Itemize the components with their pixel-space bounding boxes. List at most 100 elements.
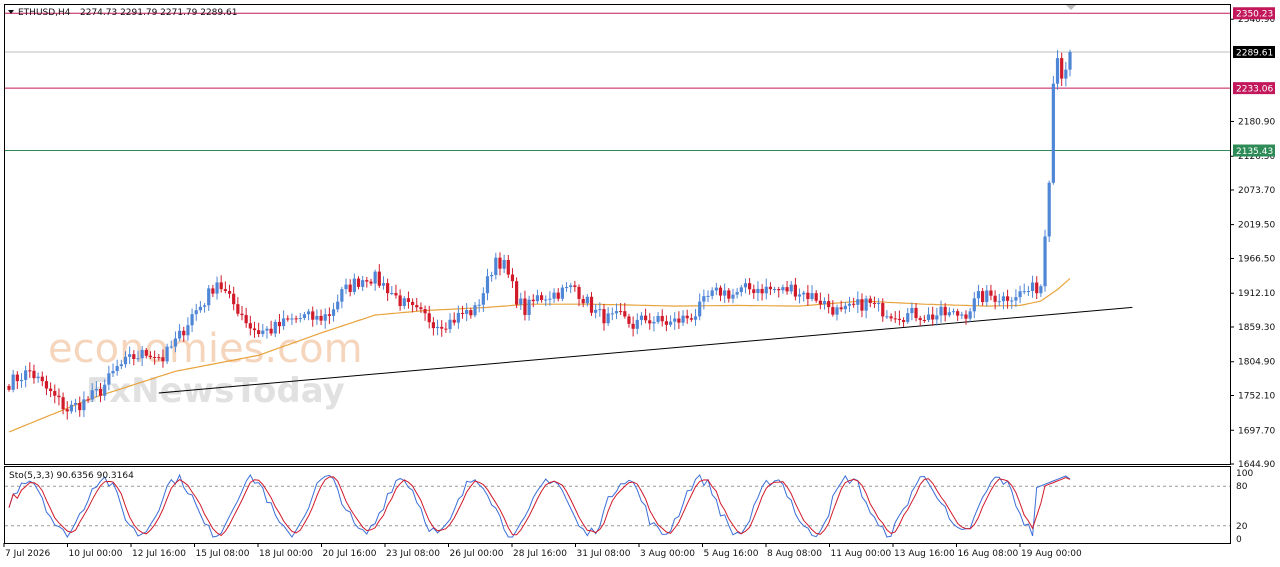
chart-header: ETHUSD,H4 2274.73 2291.79 2271.79 2289.6… — [8, 8, 237, 18]
candle-body — [294, 318, 298, 320]
candle-body — [856, 299, 860, 305]
candle-body — [202, 305, 207, 307]
candle-body — [951, 311, 956, 313]
candle-body — [311, 311, 315, 320]
price-level-label: 2350.23 — [1236, 10, 1273, 20]
candle-body — [644, 315, 648, 321]
candle-body — [111, 371, 115, 374]
candle-body — [723, 290, 727, 296]
candle-body — [714, 287, 718, 291]
candle-body — [361, 280, 365, 287]
candle-body — [473, 305, 477, 316]
candle-body — [198, 306, 202, 311]
candle-body — [1055, 58, 1060, 84]
watermark-brand-bottom: FxNewsToday — [86, 371, 345, 411]
candle-body — [69, 404, 74, 412]
candle-body — [693, 316, 698, 320]
candle-body — [885, 316, 889, 318]
candle-body — [901, 320, 906, 322]
candle-body — [132, 354, 136, 360]
x-tick-label: 12 Jul 16:00 — [132, 549, 186, 559]
candle-body — [535, 295, 540, 302]
candle-body — [485, 276, 490, 294]
candle-body — [943, 306, 947, 316]
candle-body — [660, 315, 664, 322]
candle-body — [182, 330, 186, 336]
candle-body — [847, 303, 852, 306]
price-level-label: 2135.43 — [1236, 147, 1273, 157]
candle-body — [631, 323, 635, 329]
x-tick-label: 15 Jul 08:00 — [196, 549, 250, 559]
candle-body — [964, 314, 968, 319]
candle-body — [406, 298, 411, 302]
candle-body — [369, 281, 373, 284]
candle-body — [269, 328, 273, 334]
candle-body — [581, 298, 585, 304]
candle-body — [556, 292, 560, 299]
candle-body — [506, 260, 510, 275]
candle-body — [835, 307, 839, 315]
y-tick-label: 1966.50 — [1238, 254, 1275, 264]
candle-body — [831, 307, 835, 315]
candle-body — [32, 370, 36, 379]
candle-body — [460, 312, 465, 314]
x-tick-label: 26 Jul 00:00 — [450, 549, 504, 559]
candle-body — [802, 292, 806, 295]
candle-body — [544, 299, 548, 301]
candle-body — [1030, 282, 1035, 292]
candle-body — [610, 313, 614, 315]
candle-body — [465, 310, 469, 314]
candle-body — [315, 315, 319, 320]
candle-body — [860, 299, 864, 311]
candle-body — [897, 318, 902, 321]
candle-body — [789, 284, 793, 292]
stoch-tick-label: 20 — [1236, 522, 1248, 532]
candle-body — [623, 311, 627, 317]
trading-chart[interactable]: economies.com FxNewsToday 2340.902180.90… — [0, 0, 1280, 567]
candle-body — [993, 295, 997, 302]
candle-body — [302, 314, 307, 318]
candle-body — [743, 283, 748, 288]
candle-body — [852, 303, 856, 305]
candle-body — [435, 326, 440, 329]
candle-body — [768, 286, 773, 290]
candle-body — [564, 287, 569, 289]
candle-body — [24, 370, 28, 380]
candle-body — [211, 288, 215, 294]
stoch-plot-frame — [4, 466, 1231, 544]
candle-body — [140, 349, 144, 359]
candle-body — [639, 315, 644, 320]
candle-body — [648, 320, 652, 324]
candle-body — [910, 307, 914, 314]
candle-body — [589, 296, 594, 313]
candle-body — [273, 321, 277, 334]
x-tick-label: 28 Jul 16:00 — [513, 549, 567, 559]
candle-body — [344, 284, 348, 290]
candle-body — [918, 318, 922, 320]
x-tick-label: 3 Aug 00:00 — [640, 549, 695, 559]
candle-body — [1035, 282, 1039, 294]
candle-body — [531, 299, 535, 302]
candle-body — [419, 307, 423, 310]
candle-body — [223, 289, 227, 291]
candle-body — [257, 330, 261, 335]
candle-body — [602, 309, 606, 324]
candle-body — [818, 300, 822, 305]
candle-body — [756, 288, 760, 294]
candle-body — [1018, 291, 1022, 298]
candle-body — [839, 307, 843, 310]
candle-body — [94, 388, 98, 391]
candle-body — [423, 309, 427, 314]
candle-body — [760, 288, 764, 294]
candle-body — [169, 346, 173, 348]
candle-body — [868, 298, 872, 303]
stoch-header: Sto(5,3,3) 90.6356 90.3164 — [9, 471, 134, 481]
candle-body — [49, 388, 53, 392]
candle-body — [61, 397, 65, 410]
candle-body — [877, 303, 881, 305]
candle-body — [240, 313, 244, 316]
candle-body — [381, 283, 386, 286]
candle-body — [656, 315, 660, 322]
candle-body — [881, 303, 885, 317]
candle-body — [510, 274, 515, 282]
